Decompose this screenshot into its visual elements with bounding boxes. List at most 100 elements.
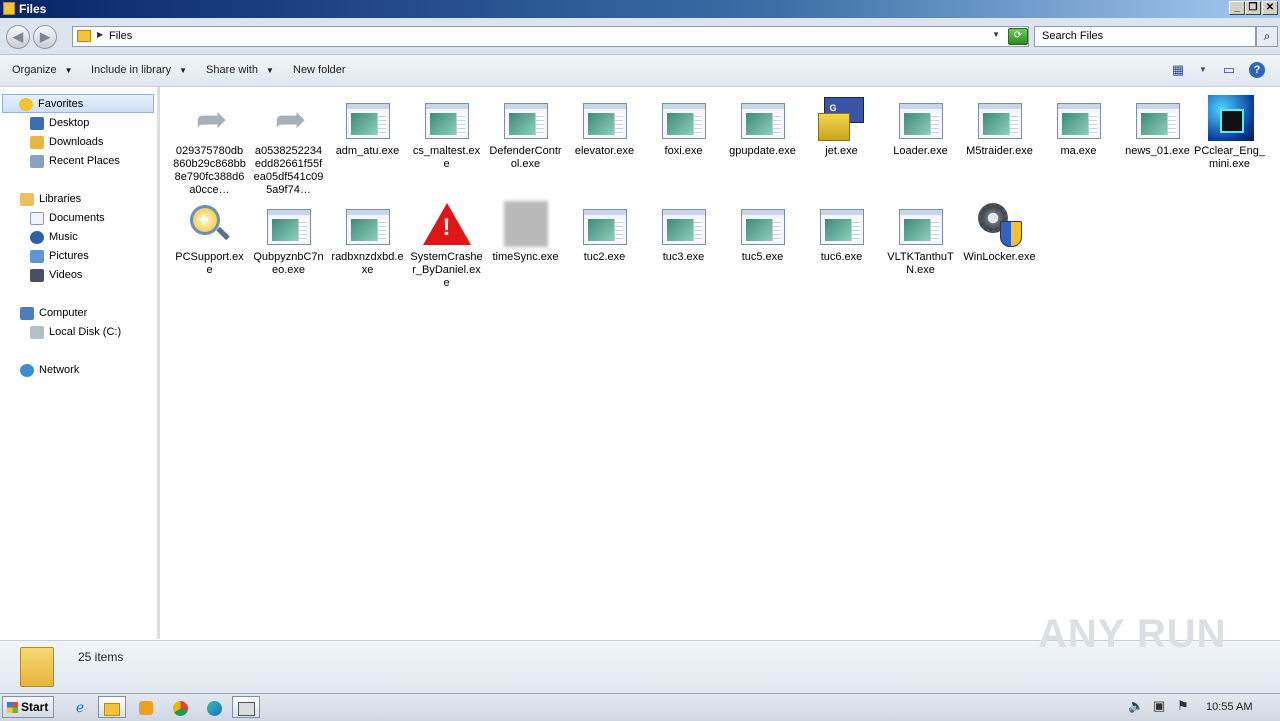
file-item[interactable]: ➦ 029375780db860b29c868bb8e790fc388d6a0cc… <box>170 89 249 197</box>
nav-documents[interactable]: Documents <box>30 209 105 228</box>
network-tray-icon[interactable]: ▣ <box>1153 698 1165 714</box>
blurred-app-icon <box>502 201 550 249</box>
view-options-icon[interactable]: ▦ <box>1170 62 1186 78</box>
nav-desktop[interactable]: Desktop <box>30 114 89 133</box>
play-icon <box>139 701 153 716</box>
file-item[interactable]: M5traider.exe <box>960 89 1039 158</box>
share-with-button[interactable]: Share with ▼ <box>206 64 274 76</box>
forward-button[interactable]: ▶ <box>33 25 57 49</box>
organize-button[interactable]: Organize ▼ <box>12 64 73 76</box>
nav-pictures-label: Pictures <box>49 250 89 262</box>
file-name: SystemCrasher_ByDaniel.exe <box>410 251 483 289</box>
nav-local-disk[interactable]: Local Disk (C:) <box>30 323 121 342</box>
nav-pictures[interactable]: Pictures <box>30 247 89 266</box>
shortcut-arrow-icon: ➦ <box>195 99 228 141</box>
file-item[interactable]: tuc5.exe <box>723 195 802 264</box>
file-name: news_01.exe <box>1125 145 1190 157</box>
edge-icon[interactable] <box>200 696 228 718</box>
file-item[interactable]: VLTKTanthuTN.exe <box>881 195 960 277</box>
app-window-icon <box>897 95 945 143</box>
refresh-button[interactable]: ⟳ <box>1008 28 1028 45</box>
chrome-icon[interactable] <box>166 696 194 718</box>
app-window-icon <box>1134 95 1182 143</box>
file-name: tuc5.exe <box>741 251 784 263</box>
volume-icon[interactable]: 🔈 <box>1128 698 1144 714</box>
search-icon[interactable]: ⌕ <box>1256 26 1278 47</box>
nav-videos[interactable]: Videos <box>30 266 82 285</box>
file-item[interactable]: tuc2.exe <box>565 195 644 264</box>
file-item[interactable]: tuc6.exe <box>802 195 881 264</box>
address-bar[interactable]: ▶ Files ▼ <box>72 26 1029 47</box>
file-name: tuc6.exe <box>820 251 863 263</box>
file-item[interactable]: gpupdate.exe <box>723 89 802 158</box>
file-item[interactable]: Gjet.exe <box>802 89 881 158</box>
chrome-logo-icon <box>172 700 188 716</box>
file-item[interactable]: ! SystemCrasher_ByDaniel.exe <box>407 195 486 290</box>
nav-favorites[interactable]: Favorites <box>2 94 154 113</box>
file-item[interactable]: QubpyznbC7neo.exe <box>249 195 328 277</box>
media-player-icon[interactable] <box>132 696 160 718</box>
nav-computer[interactable]: Computer <box>20 304 87 323</box>
file-name: timeSync.exe <box>492 251 559 263</box>
internet-explorer-icon[interactable]: ℯ <box>66 696 94 718</box>
file-item[interactable]: cs_maltest.exe <box>407 89 486 171</box>
file-name: WinLocker.exe <box>963 251 1036 263</box>
file-list: ➦ 029375780db860b29c868bb8e790fc388d6a0cc… <box>160 87 1280 639</box>
back-button[interactable]: ◀ <box>6 25 30 49</box>
file-item[interactable]: + PCSupport.exe <box>170 195 249 277</box>
file-item[interactable]: Loader.exe <box>881 89 960 158</box>
nav-network[interactable]: Network <box>20 361 79 380</box>
app-window-icon <box>423 95 471 143</box>
start-button[interactable]: Start <box>2 696 54 718</box>
nav-libraries-label: Libraries <box>39 193 82 205</box>
app-window-icon <box>976 95 1024 143</box>
preview-pane-icon[interactable]: ▭ <box>1221 62 1237 78</box>
file-item[interactable]: tuc3.exe <box>644 195 723 264</box>
file-item[interactable]: foxi.exe <box>644 89 723 158</box>
app-window-icon <box>739 95 787 143</box>
file-item[interactable]: ma.exe <box>1039 89 1118 158</box>
windows-logo-icon <box>7 702 18 713</box>
app-window-icon <box>344 95 392 143</box>
nav-music[interactable]: Music <box>30 228 78 247</box>
new-folder-button[interactable]: New folder <box>293 64 346 76</box>
window-title: Files <box>19 2 47 16</box>
close-button[interactable]: ✕ <box>1262 1 1278 15</box>
nav-libraries[interactable]: Libraries <box>20 190 81 209</box>
minimize-button[interactable]: _ <box>1229 1 1245 15</box>
file-item[interactable]: DefenderControl.exe <box>486 89 565 171</box>
maximize-button[interactable]: ❐ <box>1245 1 1261 15</box>
app-window-icon <box>344 201 392 249</box>
app-taskbar-button[interactable] <box>232 696 260 718</box>
search-input[interactable]: Search Files <box>1034 26 1256 47</box>
action-center-flag-icon[interactable]: ⚑ <box>1177 698 1189 714</box>
app-window-icon <box>739 201 787 249</box>
file-item[interactable]: radbxnzdxbd.exe <box>328 195 407 277</box>
start-label: Start <box>21 700 49 714</box>
file-item[interactable]: PCclear_Eng_mini.exe <box>1190 89 1269 171</box>
breadcrumb-files[interactable]: Files <box>109 30 132 42</box>
file-item[interactable]: elevator.exe <box>565 89 644 158</box>
file-item[interactable]: ➦ a0538252234edd82661f55fea05df541c095a9f… <box>249 89 328 197</box>
file-item[interactable]: WinLocker.exe <box>960 195 1039 264</box>
file-name: PCSupport.exe <box>175 251 244 276</box>
file-item[interactable]: news_01.exe <box>1118 89 1197 158</box>
file-item[interactable]: timeSync.exe <box>486 195 565 264</box>
chevron-down-icon[interactable]: ▼ <box>992 30 1000 39</box>
file-name: jet.exe <box>825 145 858 157</box>
file-name: gpupdate.exe <box>729 145 796 157</box>
include-in-library-button[interactable]: Include in library ▼ <box>91 64 187 76</box>
explorer-taskbar-button[interactable] <box>98 696 126 718</box>
chevron-down-icon[interactable]: ▼ <box>1195 62 1211 78</box>
help-icon[interactable]: ? <box>1249 62 1265 78</box>
nav-recent-places[interactable]: Recent Places <box>30 152 120 171</box>
magnifier-plus-icon: + <box>186 201 234 249</box>
desktop-icon <box>30 116 44 130</box>
clock[interactable]: 10:55 AM <box>1206 701 1252 713</box>
file-name: ma.exe <box>1060 145 1097 157</box>
installer-box-icon: G <box>817 95 866 143</box>
nav-computer-label: Computer <box>39 307 88 319</box>
nav-downloads[interactable]: Downloads <box>30 133 103 152</box>
file-item[interactable]: adm_atu.exe <box>328 89 407 158</box>
chevron-right-icon[interactable]: ▶ <box>97 30 103 39</box>
